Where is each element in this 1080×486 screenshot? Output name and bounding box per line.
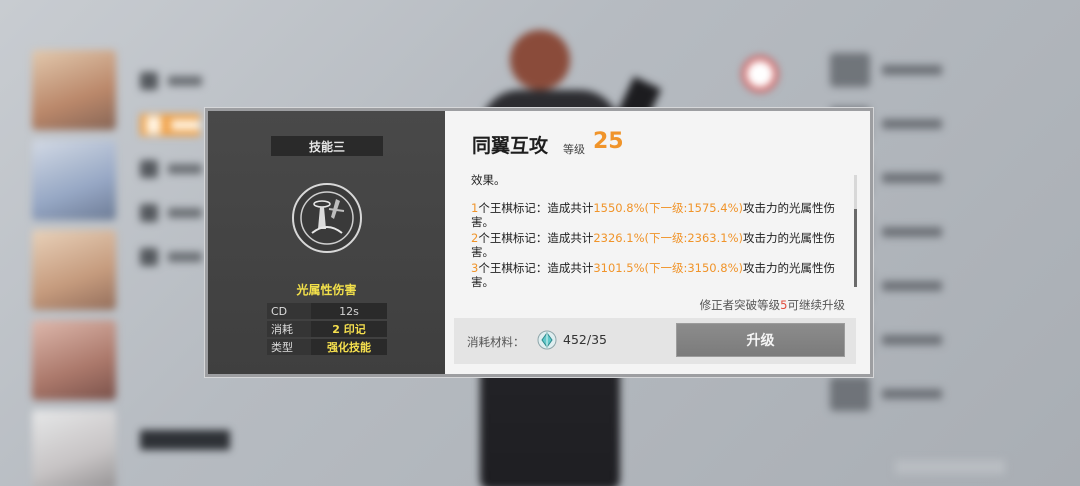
note-text: 修正者突破等级 xyxy=(699,298,781,312)
skill-emblem-icon xyxy=(292,183,362,253)
stat-key: 类型 xyxy=(267,339,311,355)
material-cost-bar: 消耗材料： 452/35 升级 xyxy=(454,318,856,364)
stat-row-cost: 消耗 2 印记 xyxy=(267,321,387,337)
desc-line: 2个王棋标记：造成共计2326.1%(下一级:2363.1%)攻击力的光属性伤害… xyxy=(471,231,851,259)
note-level: 5 xyxy=(780,298,788,312)
character-portrait xyxy=(32,410,116,486)
character-portrait xyxy=(32,50,116,130)
skill-description[interactable]: 效果。 1个王棋标记：造成共计1550.8%(下一级:1575.4%)攻击力的光… xyxy=(471,173,851,293)
stat-row-cd: CD 12s xyxy=(267,303,387,319)
menu-item xyxy=(140,70,220,92)
damage-value: 1550.8%(下一级:1575.4%) xyxy=(593,201,744,215)
material-label: 消耗材料： xyxy=(467,335,525,349)
skill-summary-panel: 技能三 光属性伤害 CD 12s 消耗 2 印记 类型 强化技能 xyxy=(208,111,454,374)
desc-line: 3个王棋标记：造成共计3101.5%(下一级:3150.8%)攻击力的光属性伤害… xyxy=(471,261,851,289)
desc-text: 个王棋标记：造成共计 xyxy=(478,231,594,245)
skill-title: 同翼互攻 xyxy=(472,135,549,157)
desc-text: 个王棋标记：造成共计 xyxy=(478,201,594,215)
level-label: 等级 xyxy=(563,143,585,156)
damage-value: 3101.5%(下一级:3150.8%) xyxy=(593,261,744,275)
stat-value: 2 印记 xyxy=(311,321,387,337)
stat-value: 强化技能 xyxy=(311,339,387,355)
desc-line: 1个王棋标记：造成共计1550.8%(下一级:1575.4%)攻击力的光属性伤害… xyxy=(471,201,851,229)
material-count: 452/35 xyxy=(563,332,607,347)
scrollbar-thumb[interactable] xyxy=(854,209,857,287)
character-portrait-list xyxy=(32,50,122,486)
skill-detail-modal: 技能三 光属性伤害 CD 12s 消耗 2 印记 类型 强化技能 同翼互攻 等级… xyxy=(205,108,873,377)
character-portrait xyxy=(32,320,116,400)
character-portrait xyxy=(32,230,116,310)
stat-key: CD xyxy=(267,303,311,319)
skill-tab-label: 技能三 xyxy=(271,136,383,156)
desc-text: 个王棋标记：造成共计 xyxy=(478,261,594,275)
skill-element-label: 光属性伤害 xyxy=(296,283,357,297)
skill-description-panel: 同翼互攻 等级 25 效果。 1个王棋标记：造成共计1550.8%(下一级:15… xyxy=(445,111,870,374)
stat-key: 消耗 xyxy=(267,321,311,337)
skill-stats-table: CD 12s 消耗 2 印记 类型 强化技能 xyxy=(267,303,387,357)
desc-intro: 效果。 xyxy=(471,173,506,187)
character-portrait xyxy=(32,140,116,220)
level-value: 25 xyxy=(593,129,624,154)
crystal-material-icon xyxy=(536,329,558,351)
upgrade-button[interactable]: 升级 xyxy=(676,323,845,357)
faction-badge-icon xyxy=(742,56,778,92)
damage-value: 2326.1%(下一级:2363.1%) xyxy=(593,231,744,245)
menu-item-active xyxy=(140,114,200,136)
bottom-tag xyxy=(140,430,230,450)
stat-value: 12s xyxy=(311,303,387,319)
note-text: 可继续升级 xyxy=(787,298,846,312)
upgrade-requirement-note: 修正者突破等级5可继续升级 xyxy=(700,297,845,313)
stat-row-type: 类型 强化技能 xyxy=(267,339,387,355)
